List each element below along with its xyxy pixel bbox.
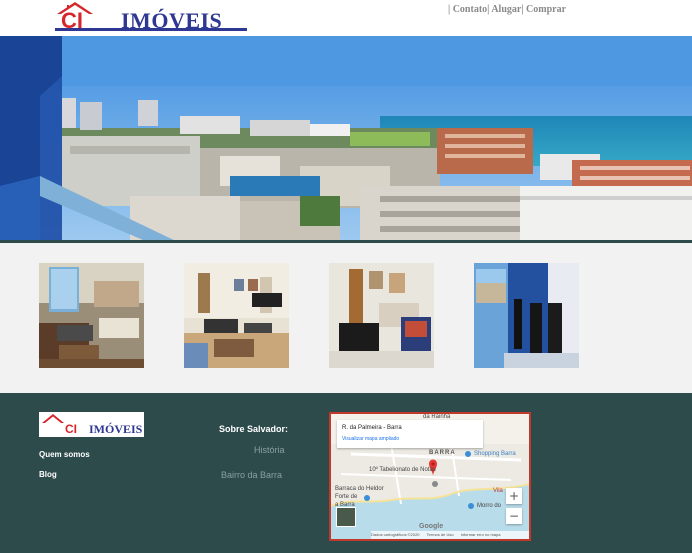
footer-logo-mark-text: CI [65, 422, 77, 436]
footer-link-blog[interactable]: Blog [39, 470, 57, 480]
map-place-card: R. da Palmeira - Barra Visualizar mapa a… [337, 420, 483, 448]
house-roof-icon [42, 414, 64, 423]
map-report-link[interactable]: Informar erro no mapa [461, 532, 501, 537]
site-header: CI IMÓVEIS | Contato| Alugar| Comprar [0, 0, 692, 36]
site-logo[interactable]: CI IMÓVEIS [55, 2, 247, 33]
living-room-photo [184, 263, 289, 368]
map-place-title: R. da Palmeira - Barra [342, 425, 402, 431]
nav-separator: | [448, 4, 451, 15]
living-room-with-balcony-photo [39, 263, 144, 368]
map-label-vila: Vila [493, 488, 503, 494]
map-label-barraca: Barraca do Heldor [335, 486, 384, 492]
map-satellite-toggle[interactable] [336, 507, 356, 527]
balcony-photo [474, 263, 579, 368]
gallery-photo-2[interactable] [184, 263, 289, 368]
photo-gallery [0, 243, 692, 393]
gallery-photo-4[interactable] [474, 263, 579, 368]
footer-link-historia[interactable]: História [254, 445, 285, 456]
footer-about-heading: Sobre Salvador: [219, 424, 289, 434]
top-navigation: | Contato| Alugar| Comprar [448, 4, 566, 16]
nav-separator: | [521, 4, 524, 15]
map-label-tabelionato: 10º Tabelionato de Notas [369, 467, 436, 473]
map-label-barra: BARRA [429, 450, 456, 456]
footer-link-quem-somos[interactable]: Quem somos [39, 450, 90, 460]
nav-link-contato[interactable]: Contato [453, 4, 487, 15]
google-logo: Google [419, 523, 444, 530]
map-label-rua: da Rainha [423, 414, 451, 420]
footer-logo[interactable]: CI IMÓVEIS [39, 412, 144, 437]
map-data-credit: Dados cartográficos ©2020 [371, 532, 420, 537]
embedded-map[interactable]: R. da Palmeira - Barra Visualizar mapa a… [329, 412, 531, 541]
map-label-morro: Morro do [477, 503, 502, 509]
map-terms-link[interactable]: Termos de Uso [427, 532, 454, 537]
map-label-forte: Forte de [335, 494, 358, 500]
hero-city-ocean-image [0, 36, 692, 243]
footer-link-bairro-da-barra[interactable]: Bairro da Barra [221, 470, 282, 481]
nav-separator: | [487, 4, 490, 15]
hero-banner [0, 36, 692, 243]
logo-underline [55, 28, 247, 31]
page: CI IMÓVEIS | Contato| Alugar| Comprar CI… [0, 0, 692, 553]
nav-link-alugar[interactable]: Alugar [491, 4, 521, 15]
map-zoom-in-button[interactable]: + [506, 488, 522, 504]
map-zoom-out-button[interactable]: − [506, 508, 522, 524]
map-view-larger-link[interactable]: Visualizar mapa ampliado [342, 436, 399, 442]
map-attribution-bar: Dados cartográficos ©2020 Termos de Uso … [371, 531, 529, 539]
footer-logo-word-text: IMÓVEIS [89, 422, 143, 436]
dining-area-photo [329, 263, 434, 368]
nav-link-comprar[interactable]: Comprar [526, 4, 566, 15]
gallery-photo-3[interactable] [329, 263, 434, 368]
map-label-shopping: Shopping Barra [474, 451, 516, 457]
gallery-photo-1[interactable] [39, 263, 144, 368]
